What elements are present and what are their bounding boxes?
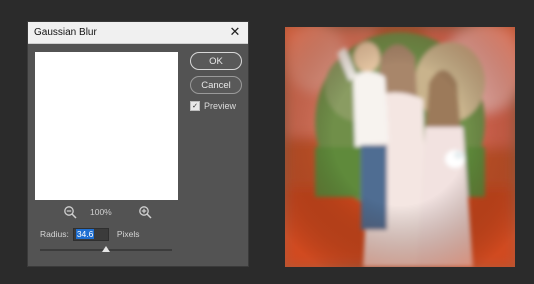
document-canvas-image[interactable] — [285, 27, 515, 267]
radius-label: Radius: — [40, 229, 69, 239]
preview-label: Preview — [204, 101, 237, 111]
preview-checkbox[interactable]: ✓ — [190, 101, 200, 111]
zoom-out-icon[interactable] — [63, 205, 77, 219]
radius-row: Radius: 34.6 Pixels — [40, 227, 140, 241]
gaussian-blur-dialog: Gaussian Blur ✕ OK Cancel ✓ Preview 100%… — [27, 21, 249, 267]
units-label: Pixels — [116, 229, 140, 239]
ok-button[interactable]: OK — [190, 52, 242, 70]
canvas-photo — [285, 27, 515, 267]
radius-slider[interactable] — [40, 246, 172, 252]
zoom-controls: 100% — [28, 205, 178, 219]
dialog-titlebar[interactable]: Gaussian Blur ✕ — [28, 22, 248, 44]
close-icon[interactable]: ✕ — [227, 24, 243, 40]
preview-checkbox-row[interactable]: ✓ Preview — [190, 101, 236, 111]
zoom-in-icon[interactable] — [138, 205, 152, 219]
checkmark-icon: ✓ — [192, 102, 198, 110]
filter-preview-window[interactable] — [35, 52, 178, 200]
dialog-title: Gaussian Blur — [34, 27, 97, 38]
radius-input[interactable]: 34.6 — [72, 227, 109, 241]
zoom-level: 100% — [90, 207, 112, 217]
radius-value: 34.6 — [75, 229, 95, 239]
cancel-button[interactable]: Cancel — [190, 76, 242, 94]
radius-slider-thumb[interactable] — [102, 246, 110, 252]
